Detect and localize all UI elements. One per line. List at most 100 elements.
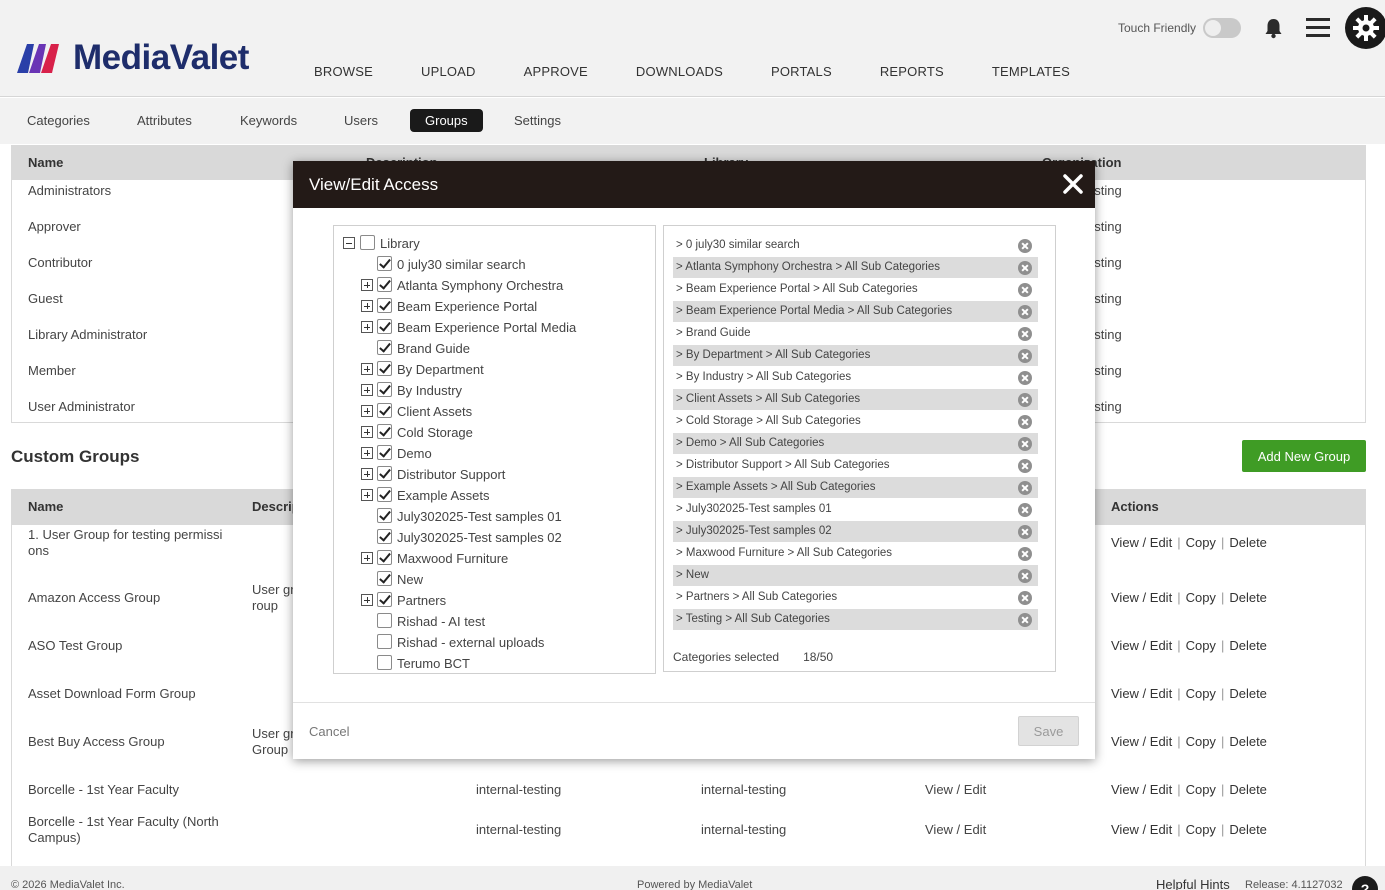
tree-item-checkbox[interactable] [377, 277, 392, 292]
tree-item-checkbox[interactable] [377, 655, 392, 670]
tree-item[interactable]: Demo [334, 443, 654, 463]
tree-item[interactable]: 0 july30 similar search [334, 254, 654, 274]
save-button[interactable]: Save [1018, 716, 1079, 746]
tree-item-checkbox[interactable] [377, 592, 392, 607]
tree-item[interactable]: Brand Guide [334, 338, 654, 358]
collapse-icon[interactable] [343, 237, 355, 249]
tree-item-checkbox[interactable] [377, 340, 392, 355]
remove-circle-icon[interactable] [1018, 393, 1032, 407]
expand-icon[interactable] [361, 489, 373, 501]
main-nav: BROWSE UPLOAD APPROVE DOWNLOADS PORTALS REPOR… [314, 64, 1118, 79]
tree-item[interactable]: By Industry [334, 380, 654, 400]
tree-item[interactable]: Beam Experience Portal [334, 296, 654, 316]
tree-item[interactable]: Maxwood Furniture [334, 548, 654, 568]
hamburger-menu-icon[interactable] [1306, 18, 1330, 38]
remove-circle-icon[interactable] [1018, 261, 1032, 275]
touch-friendly-toggle[interactable] [1203, 18, 1241, 38]
tree-item-label: Rishad - external uploads [397, 635, 545, 650]
expand-icon[interactable] [361, 405, 373, 417]
expand-icon[interactable] [361, 279, 373, 291]
tree-item[interactable]: Atlanta Symphony Orchestra [334, 275, 654, 295]
tree-item[interactable]: Rishad - external uploads [334, 632, 654, 652]
expand-icon[interactable] [361, 384, 373, 396]
tree-item-checkbox[interactable] [377, 550, 392, 565]
remove-circle-icon[interactable] [1018, 503, 1032, 517]
subnav-tab-2[interactable]: Keywords [240, 113, 297, 128]
tree-item[interactable]: Cold Storage [334, 422, 654, 442]
close-icon[interactable] [1062, 173, 1084, 195]
expand-icon[interactable] [361, 426, 373, 438]
tree-item-checkbox[interactable] [377, 487, 392, 502]
subnav-tab-4[interactable]: Groups [410, 109, 483, 132]
nav-item-2[interactable]: APPROVE [524, 64, 588, 79]
remove-circle-icon[interactable] [1018, 415, 1032, 429]
remove-circle-icon[interactable] [1018, 437, 1032, 451]
tree-item[interactable]: New [334, 569, 654, 589]
tree-item-checkbox[interactable] [377, 361, 392, 376]
tree-item-checkbox[interactable] [377, 403, 392, 418]
tree-item-checkbox[interactable] [377, 613, 392, 628]
nav-item-3[interactable]: DOWNLOADS [636, 64, 723, 79]
cancel-button[interactable]: Cancel [309, 724, 349, 739]
expand-icon[interactable] [361, 552, 373, 564]
selected-category-row: > Distributor Support > All Sub Categori… [673, 455, 1038, 476]
subnav-tab-1[interactable]: Attributes [137, 113, 192, 128]
nav-item-6[interactable]: TEMPLATES [992, 64, 1070, 79]
remove-circle-icon[interactable] [1018, 349, 1032, 363]
tree-item-checkbox[interactable] [377, 445, 392, 460]
expand-icon[interactable] [361, 447, 373, 459]
nav-item-0[interactable]: BROWSE [314, 64, 373, 79]
remove-circle-icon[interactable] [1018, 547, 1032, 561]
tree-item-checkbox[interactable] [377, 382, 392, 397]
helpful-hints-link[interactable]: Helpful Hints [1156, 877, 1230, 890]
remove-circle-icon[interactable] [1018, 481, 1032, 495]
tree-item[interactable]: Terumo BCT [334, 653, 654, 673]
tree-item-checkbox[interactable] [377, 424, 392, 439]
remove-circle-icon[interactable] [1018, 591, 1032, 605]
expand-icon[interactable] [361, 300, 373, 312]
tree-item[interactable]: Beam Experience Portal Media [334, 317, 654, 337]
settings-gear-button[interactable] [1345, 7, 1385, 49]
selected-category-row: > Demo > All Sub Categories [673, 433, 1038, 454]
mediavalet-logo[interactable]: MediaValet [15, 38, 249, 77]
tree-root-checkbox[interactable] [360, 235, 375, 250]
remove-circle-icon[interactable] [1018, 569, 1032, 583]
tree-item-label: Client Assets [397, 404, 473, 419]
tree-item-checkbox[interactable] [377, 256, 392, 271]
tree-item[interactable]: Rishad - AI test [334, 611, 654, 631]
remove-circle-icon[interactable] [1018, 327, 1032, 341]
remove-circle-icon[interactable] [1018, 283, 1032, 297]
remove-circle-icon[interactable] [1018, 459, 1032, 473]
expand-icon[interactable] [361, 321, 373, 333]
subnav-tab-0[interactable]: Categories [27, 113, 90, 128]
tree-item-checkbox[interactable] [377, 571, 392, 586]
touch-friendly-label: Touch Friendly [1118, 21, 1197, 35]
remove-circle-icon[interactable] [1018, 239, 1032, 253]
remove-circle-icon[interactable] [1018, 613, 1032, 627]
tree-item-checkbox[interactable] [377, 466, 392, 481]
remove-circle-icon[interactable] [1018, 371, 1032, 385]
expand-icon[interactable] [361, 363, 373, 375]
subnav-tab-5[interactable]: Settings [514, 113, 561, 128]
remove-circle-icon[interactable] [1018, 525, 1032, 539]
tree-item-checkbox[interactable] [377, 298, 392, 313]
tree-item[interactable]: Partners [334, 590, 654, 610]
expand-icon[interactable] [361, 594, 373, 606]
tree-item-checkbox[interactable] [377, 634, 392, 649]
subnav-tab-3[interactable]: Users [344, 113, 378, 128]
tree-item[interactable]: Client Assets [334, 401, 654, 421]
tree-item[interactable]: July302025-Test samples 02 [334, 527, 654, 547]
nav-item-1[interactable]: UPLOAD [421, 64, 476, 79]
remove-circle-icon[interactable] [1018, 305, 1032, 319]
tree-item[interactable]: Example Assets [334, 485, 654, 505]
nav-item-5[interactable]: REPORTS [880, 64, 944, 79]
tree-item[interactable]: Distributor Support [334, 464, 654, 484]
tree-item-checkbox[interactable] [377, 508, 392, 523]
tree-item-checkbox[interactable] [377, 319, 392, 334]
expand-icon[interactable] [361, 468, 373, 480]
tree-item[interactable]: July302025-Test samples 01 [334, 506, 654, 526]
nav-item-4[interactable]: PORTALS [771, 64, 832, 79]
tree-item[interactable]: By Department [334, 359, 654, 379]
notifications-bell-icon[interactable] [1264, 17, 1283, 39]
tree-item-checkbox[interactable] [377, 529, 392, 544]
